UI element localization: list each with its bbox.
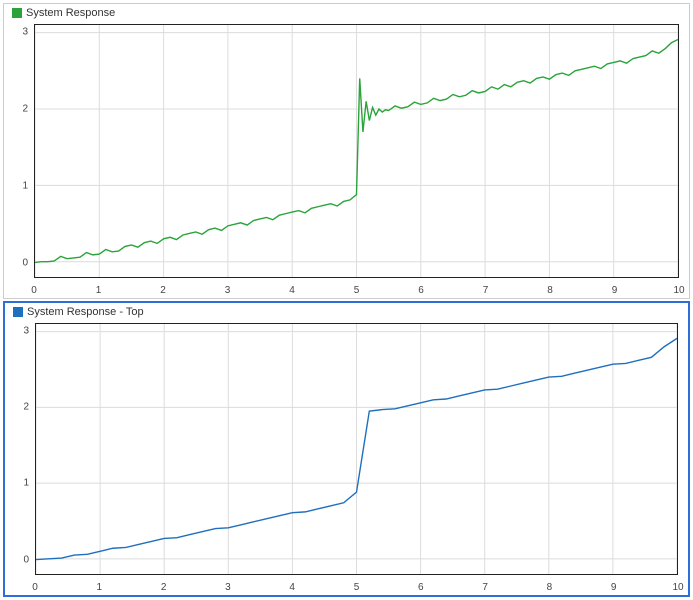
y-tick-label: 3 — [22, 26, 28, 37]
y-tick-label: 1 — [22, 180, 28, 191]
x-tick-label: 8 — [547, 285, 553, 296]
x-tick-label: 3 — [225, 285, 231, 296]
x-tick-label: 9 — [612, 285, 618, 296]
y-tick-label: 0 — [23, 554, 29, 565]
legend-label: System Response — [26, 7, 115, 19]
y-tick-label: 3 — [23, 325, 29, 336]
legend-swatch-icon — [12, 8, 22, 18]
x-tick-label: 4 — [289, 582, 295, 593]
legend-top: System Response — [12, 7, 115, 19]
x-tick-label: 9 — [611, 582, 617, 593]
x-axis-labels: 012345678910 — [35, 579, 678, 593]
x-tick-label: 6 — [418, 582, 424, 593]
legend-bottom: System Response - Top — [13, 306, 144, 318]
x-tick-label: 0 — [31, 285, 37, 296]
y-tick-label: 0 — [22, 257, 28, 268]
scope-window: { "chart_data": [ { "id": "top", "type":… — [0, 0, 693, 600]
y-tick-label: 2 — [23, 402, 29, 413]
x-tick-label: 7 — [482, 582, 488, 593]
x-tick-label: 1 — [97, 582, 103, 593]
plot-area-top[interactable] — [34, 24, 679, 278]
y-axis-labels: 0 1 2 3 — [5, 323, 33, 575]
legend-label: System Response - Top — [27, 306, 144, 318]
x-tick-label: 10 — [672, 582, 683, 593]
x-tick-label: 3 — [225, 582, 231, 593]
x-axis-labels: 012345678910 — [34, 282, 679, 296]
y-tick-label: 1 — [23, 478, 29, 489]
x-tick-label: 5 — [354, 285, 360, 296]
x-tick-label: 2 — [161, 582, 167, 593]
chart-panel-system-response-top[interactable]: System Response - Top 0 1 2 3 4 5 6 7 8 9 10 0 1 2 3 — [3, 301, 690, 597]
chart-panel-system-response[interactable]: System Response 0 1 2 3 4 5 6 7 8 9 10 0 1 2 3 — [3, 3, 690, 299]
x-tick-label: 8 — [547, 582, 553, 593]
x-tick-label: 0 — [32, 582, 38, 593]
x-tick-label: 1 — [96, 285, 102, 296]
x-tick-label: 4 — [289, 285, 295, 296]
x-tick-label: 10 — [673, 285, 684, 296]
x-tick-label: 5 — [354, 582, 360, 593]
y-tick-label: 2 — [22, 103, 28, 114]
x-tick-label: 7 — [483, 285, 489, 296]
legend-swatch-icon — [13, 307, 23, 317]
plot-area-bottom[interactable] — [35, 323, 678, 575]
y-axis-labels: 0 1 2 3 — [4, 24, 32, 278]
x-tick-label: 2 — [160, 285, 166, 296]
x-tick-label: 6 — [418, 285, 424, 296]
